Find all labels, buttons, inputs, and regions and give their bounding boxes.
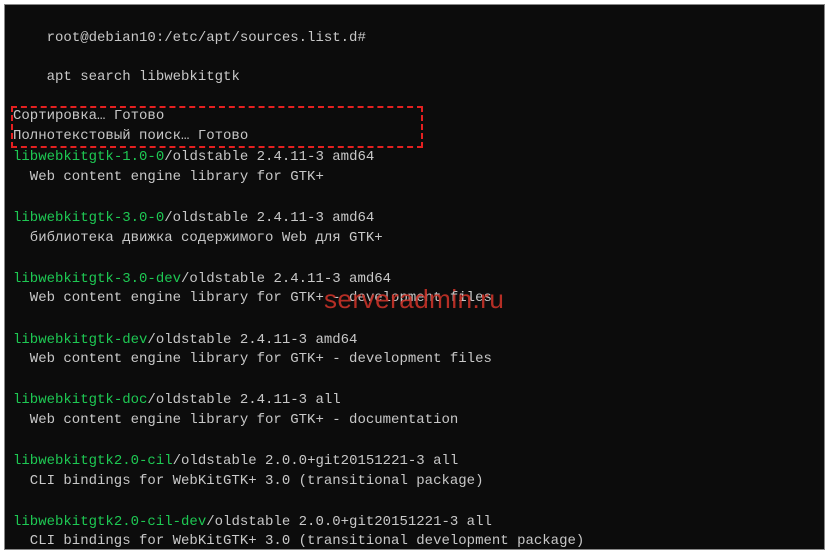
status-line-sorting: Сортировка… Готово [13, 107, 816, 127]
package-meta: /oldstable 2.0.0+git20151221-3 all [206, 514, 492, 530]
package-entry: libwebkitgtk-doc/oldstable 2.4.11-3 all … [13, 391, 816, 430]
blank-line [13, 187, 816, 207]
blank-line [13, 248, 816, 268]
blank-line [13, 491, 816, 511]
package-entry: libwebkitgtk-3.0-0/oldstable 2.4.11-3 am… [13, 209, 816, 248]
package-meta: /oldstable 2.4.11-3 amd64 [147, 332, 357, 348]
blank-line [13, 430, 816, 450]
package-name: libwebkitgtk-doc [13, 392, 147, 408]
package-entry: libwebkitgtk2.0-cil-dev/oldstable 2.0.0+… [13, 513, 816, 550]
blank-line [13, 309, 816, 329]
blank-line [13, 370, 816, 390]
package-entry: libwebkitgtk-1.0-0/oldstable 2.4.11-3 am… [13, 148, 816, 187]
package-entry: libwebkitgtk-dev/oldstable 2.4.11-3 amd6… [13, 331, 816, 370]
package-name: libwebkitgtk2.0-cil-dev [13, 514, 206, 530]
package-meta: /oldstable 2.4.11-3 amd64 [181, 271, 391, 287]
prompt-line: root@debian10:/etc/apt/sources.list.d# a… [13, 9, 816, 107]
status-line-fulltext: Полнотекстовый поиск… Готово [13, 127, 816, 147]
package-meta: /oldstable 2.4.11-3 amd64 [164, 210, 374, 226]
package-name: libwebkitgtk-dev [13, 332, 147, 348]
package-entry: libwebkitgtk2.0-cil/oldstable 2.0.0+git2… [13, 452, 816, 491]
package-name: libwebkitgtk-3.0-dev [13, 271, 181, 287]
terminal-window[interactable]: root@debian10:/etc/apt/sources.list.d# a… [4, 4, 825, 550]
prompt-user-host-path: root@debian10:/etc/apt/sources.list.d# [47, 30, 366, 46]
package-name: libwebkitgtk2.0-cil [13, 453, 173, 469]
package-description: CLI bindings for WebKitGTK+ 3.0 (transit… [13, 532, 816, 550]
package-name: libwebkitgtk-3.0-0 [13, 210, 164, 226]
command-text: apt search libwebkitgtk [47, 69, 240, 85]
package-description: Web content engine library for GTK+ - do… [13, 411, 816, 431]
package-description: Web content engine library for GTK+ - de… [13, 350, 816, 370]
package-meta: /oldstable 2.4.11-3 all [147, 392, 340, 408]
package-meta: /oldstable 2.0.0+git20151221-3 all [173, 453, 459, 469]
package-description: Web content engine library for GTK+ [13, 168, 816, 188]
package-description: CLI bindings for WebKitGTK+ 3.0 (transit… [13, 472, 816, 492]
package-description: Web content engine library for GTK+ - de… [13, 289, 816, 309]
package-meta: /oldstable 2.4.11-3 amd64 [164, 149, 374, 165]
package-entry: libwebkitgtk-3.0-dev/oldstable 2.4.11-3 … [13, 270, 816, 309]
package-description: библиотека движка содержимого Web для GT… [13, 229, 816, 249]
package-name: libwebkitgtk-1.0-0 [13, 149, 164, 165]
